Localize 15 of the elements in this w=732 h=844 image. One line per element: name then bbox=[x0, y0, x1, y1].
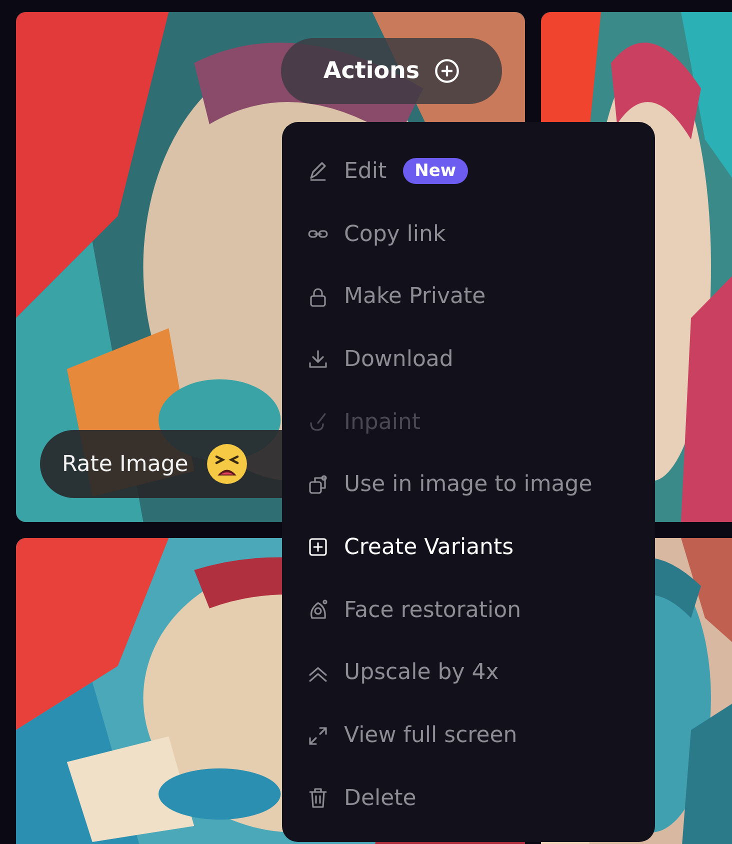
menu-item[interactable]: Upscale by 4x bbox=[306, 642, 655, 704]
plus-circle-icon bbox=[434, 58, 460, 84]
menu-item[interactable]: Make Private bbox=[306, 265, 655, 328]
menu-item[interactable]: View full screen bbox=[306, 704, 655, 767]
menu-item[interactable]: Create Variants bbox=[306, 516, 655, 579]
rate-image-label: Rate Image bbox=[62, 452, 188, 476]
new-badge: New bbox=[402, 158, 468, 184]
actions-button[interactable]: Actions bbox=[281, 38, 502, 104]
menu-item[interactable]: Use in image to image bbox=[306, 453, 655, 516]
menu-item[interactable]: Face restoration bbox=[306, 578, 655, 642]
menu-item[interactable]: Download bbox=[306, 328, 655, 391]
menu-item[interactable]: Edit New bbox=[306, 140, 655, 203]
menu-item[interactable]: Copy link bbox=[306, 202, 655, 266]
angry-emoji-icon[interactable] bbox=[206, 443, 248, 485]
menu-item[interactable]: Delete bbox=[306, 766, 655, 830]
